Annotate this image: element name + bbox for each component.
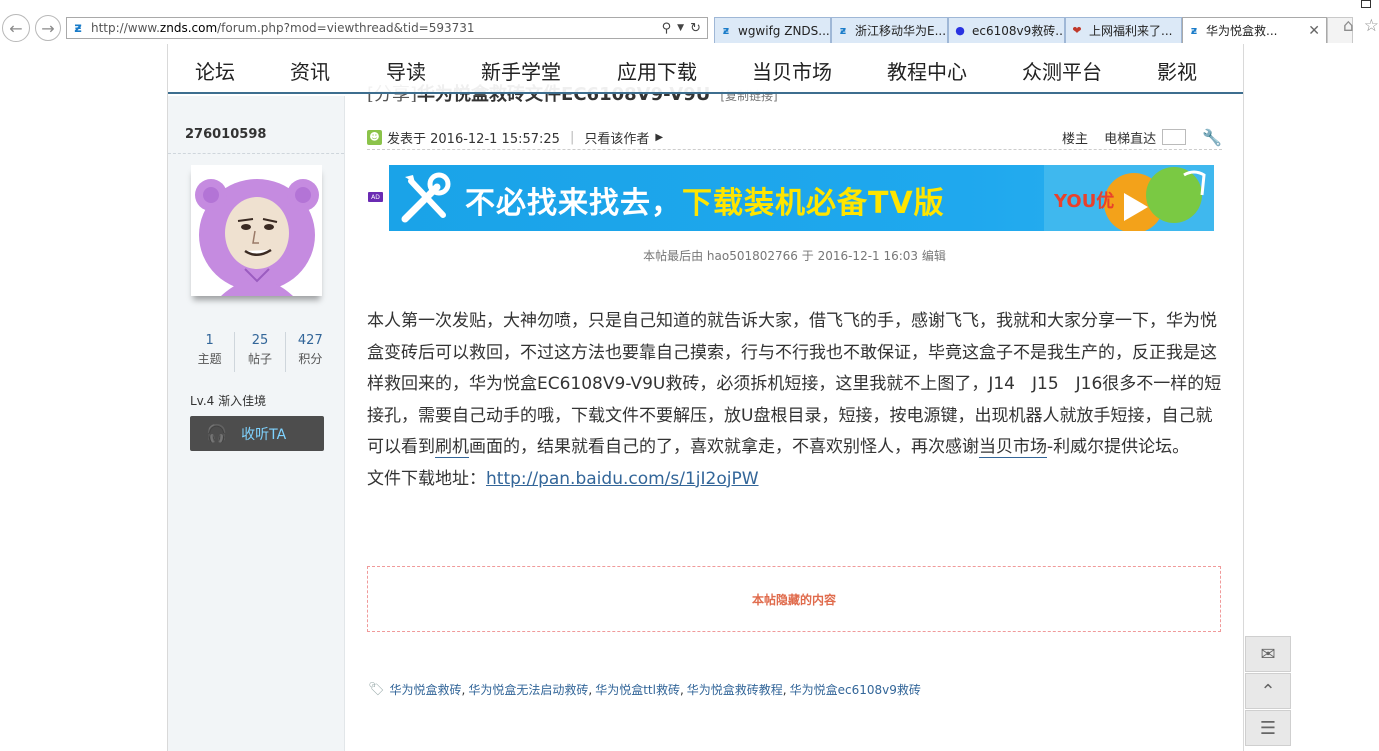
back-button[interactable]: ← (2, 14, 30, 42)
tab-favicon-icon: ❤ (1072, 24, 1082, 37)
tag-link[interactable]: 华为悦盒ttl救砖 (595, 681, 680, 698)
nav-item-forum[interactable]: 论坛 (195, 56, 235, 85)
post-time: 发表于 2016-12-1 15:57:25 (387, 131, 560, 147)
nav-item-testing[interactable]: 众测平台 (1022, 56, 1102, 85)
download-link[interactable]: http://pan.baidu.com/s/1jI2ojPW (486, 469, 759, 489)
address-url[interactable]: http://www.znds.com/forum.php?mod=viewth… (91, 21, 662, 35)
tab-3[interactable]: ● ec6108v9救砖... (948, 17, 1065, 43)
hidden-content-box: 本帖隐藏的内容 (367, 566, 1221, 632)
author-only-link[interactable]: 只看该作者 (584, 128, 649, 147)
dangbei-link[interactable]: 当贝市场 (979, 437, 1047, 458)
tag-link[interactable]: 华为悦盒无法启动救砖 (468, 681, 588, 698)
star-icon[interactable]: ☆ (1364, 16, 1379, 36)
wrench-icon[interactable]: 🔧 (1202, 128, 1222, 147)
nav-item-news[interactable]: 资讯 (290, 56, 330, 85)
nav-item-apps[interactable]: 应用下载 (617, 56, 697, 85)
refresh-icon[interactable]: ↻ (690, 21, 701, 36)
list-button[interactable]: ☰ (1245, 710, 1291, 746)
forum-page: 276010598 1 主题 25 帖子 427 积分 Lv.4 渐入佳境 🎧 … (167, 44, 1244, 751)
chevron-up-icon: ⌃ (1260, 680, 1276, 702)
comment-icon: ✉ (1260, 643, 1276, 665)
tab-favicon-icon: ƶ (1190, 24, 1198, 37)
floor-label: 楼主 (1062, 131, 1089, 147)
stat-posts[interactable]: 25 帖子 (235, 332, 286, 372)
site-favicon-icon: ƶ (74, 20, 82, 36)
avatar-image (191, 165, 322, 296)
dropdown-icon[interactable]: ▼ (677, 23, 684, 33)
author-name[interactable]: 276010598 (185, 127, 266, 142)
post-body: 本人第一次发贴，大神勿喷，只是自己知道的就告诉大家，借飞飞的手，感谢飞飞，我就和… (367, 306, 1227, 495)
tab-favicon-icon: ƶ (839, 24, 847, 37)
arrow-right-icon: → (41, 18, 55, 38)
browser-actions: ⌂ ☆ (1343, 16, 1379, 36)
stat-threads[interactable]: 1 主题 (185, 332, 236, 372)
floor-jump-input[interactable] (1162, 129, 1187, 145)
main-nav: 论坛 资讯 导读 新手学堂 应用下载 当贝市场 教程中心 众测平台 影视 (168, 44, 1243, 94)
edited-note: 本帖最后由 hao501802766 于 2016-12-1 16:03 编辑 (643, 249, 946, 263)
avatar[interactable] (191, 165, 322, 296)
headphones-icon: 🎧 (206, 423, 228, 444)
user-level: Lv.4 渐入佳境 (190, 394, 267, 408)
forward-button[interactable]: → (35, 15, 61, 41)
reply-button[interactable]: ✉ (1245, 636, 1291, 672)
caret-right-icon: ▶ (655, 131, 664, 143)
user-online-icon: ☻ (367, 129, 382, 145)
paw-icon: ● (955, 24, 965, 37)
download-line: 文件下载地址：http://pan.baidu.com/s/1jI2ojPW (367, 468, 759, 489)
tab-1[interactable]: ƶ wgwifg ZNDS... (714, 17, 831, 43)
window-restore-icon[interactable] (1361, 0, 1371, 8)
author-stats: 1 主题 25 帖子 427 积分 (185, 332, 335, 372)
back-to-top-button[interactable]: ⌃ (1245, 673, 1291, 709)
ad-badge: AD (368, 192, 383, 202)
nav-item-video[interactable]: 影视 (1157, 56, 1197, 85)
browser-toolbar: ← → ƶ http://www.znds.com/forum.php?mod=… (0, 0, 1379, 44)
nav-item-guide[interactable]: 导读 (386, 56, 426, 85)
post-meta: ☻ 发表于 2016-12-1 15:57:25 | 只看该作者 ▶ 楼主 电梯… (367, 125, 1222, 150)
tools-icon (401, 172, 451, 223)
ad-banner[interactable]: 不必找来找去，下载装机必备TV版 YOU优 (389, 165, 1214, 231)
list-icon: ☰ (1259, 717, 1277, 739)
tab-4[interactable]: ❤ 上网福利来了... (1065, 17, 1182, 43)
tab-2[interactable]: ƶ 浙江移动华为E... (831, 17, 948, 43)
ad-logo-text: YOU优 (1053, 190, 1114, 212)
close-icon[interactable]: ✕ (1308, 23, 1320, 39)
ad-logo-graphic: YOU优 (1044, 165, 1214, 231)
floating-toolbar: ✉ ⌃ ☰ (1245, 636, 1292, 747)
post-paragraph: 本人第一次发贴，大神勿喷，只是自己知道的就告诉大家，借飞飞的手，感谢飞飞，我就和… (367, 311, 1222, 458)
search-icon[interactable]: ⚲ (662, 21, 672, 36)
tag-link[interactable]: 华为悦盒ec6108v9救砖 (790, 681, 921, 698)
nav-item-tutorials[interactable]: 教程中心 (887, 56, 967, 85)
arrow-left-icon: ← (9, 18, 23, 38)
stat-points[interactable]: 427 积分 (286, 332, 335, 372)
tab-5-active[interactable]: ƶ 华为悦盒救... ✕ (1182, 17, 1327, 43)
follow-button[interactable]: 🎧 收听TA (190, 416, 324, 451)
author-sidebar: 276010598 1 主题 25 帖子 427 积分 Lv.4 渐入佳境 🎧 … (168, 96, 345, 751)
tab-favicon-icon: ƶ (722, 24, 730, 37)
address-bar[interactable]: ƶ http://www.znds.com/forum.php?mod=view… (66, 17, 708, 39)
nav-item-newbie[interactable]: 新手学堂 (481, 56, 561, 85)
flash-link[interactable]: 刷机 (435, 437, 469, 458)
home-icon[interactable]: ⌂ (1343, 16, 1354, 36)
tag-icon: 🏷 (368, 682, 385, 697)
separator: | (569, 129, 575, 145)
nav-item-dangbei[interactable]: 当贝市场 (752, 56, 832, 85)
tag-link[interactable]: 华为悦盒救砖 (390, 681, 462, 698)
divider (168, 153, 344, 154)
jump-label: 电梯直达 (1104, 131, 1157, 147)
ad-text: 不必找来找去，下载装机必备TV版 (465, 186, 945, 221)
tab-strip: ƶ wgwifg ZNDS... ƶ 浙江移动华为E... ● ec6108v9… (714, 17, 1353, 43)
tag-link[interactable]: 华为悦盒救砖教程 (687, 681, 783, 698)
tag-list: 🏷 华为悦盒救砖, 华为悦盒无法启动救砖, 华为悦盒ttl救砖, 华为悦盒救砖教… (368, 681, 921, 698)
